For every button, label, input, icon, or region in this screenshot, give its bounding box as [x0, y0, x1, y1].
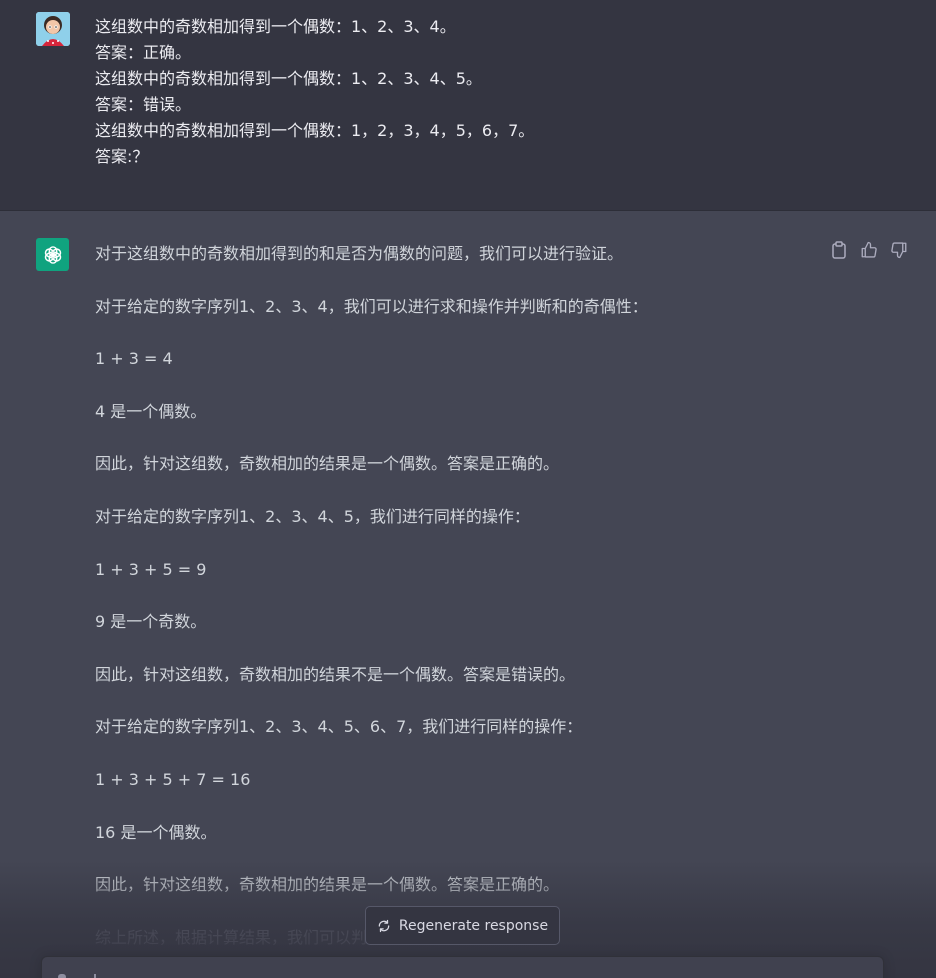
assistant-paragraph: 因此，针对这组数，奇数相加的结果不是一个偶数。答案是错误的。	[95, 664, 576, 684]
assistant-paragraph: 4 是一个偶数。	[95, 401, 207, 421]
assistant-avatar	[36, 238, 69, 271]
assistant-paragraph: 1 + 3 + 5 + 7 = 16	[95, 769, 251, 789]
message-actions	[830, 241, 908, 259]
regenerate-label: Regenerate response	[398, 917, 549, 934]
attach-icon	[58, 974, 66, 978]
user-message-line: 答案:？	[95, 147, 149, 166]
thumbs-up-button[interactable]	[860, 241, 878, 259]
thumbs-up-icon	[861, 241, 877, 258]
clipboard-icon	[832, 241, 846, 259]
user-avatar-icon	[36, 12, 70, 46]
user-message-text: 这组数中的奇数相加得到一个偶数：1、2、3、4。 答案：正确。 这组数中的奇数相…	[95, 14, 895, 170]
assistant-paragraph: 16 是一个偶数。	[95, 822, 217, 842]
assistant-message-text: 对于这组数中的奇数相加得到的和是否为偶数的问题，我们可以进行验证。 对于给定的数…	[95, 241, 815, 977]
user-message-line: 这组数中的奇数相加得到一个偶数：1，2，3，4，5，6，7。	[95, 121, 535, 140]
user-message-line: 这组数中的奇数相加得到一个偶数：1、2、3、4。	[95, 17, 456, 36]
user-message-block: 这组数中的奇数相加得到一个偶数：1、2、3、4。 答案：正确。 这组数中的奇数相…	[0, 0, 936, 211]
thumbs-down-icon	[891, 242, 907, 259]
text-caret	[94, 974, 96, 978]
user-message-line: 这组数中的奇数相加得到一个偶数：1、2、3、4、5。	[95, 69, 482, 88]
assistant-paragraph: 对于这组数中的奇数相加得到的和是否为偶数的问题，我们可以进行验证。	[95, 244, 624, 263]
chat-page: 这组数中的奇数相加得到一个偶数：1、2、3、4。 答案：正确。 这组数中的奇数相…	[0, 0, 936, 978]
refresh-icon	[377, 919, 391, 933]
assistant-paragraph: 对于给定的数字序列1、2、3、4、5、6、7，我们进行同样的操作：	[95, 717, 583, 737]
user-avatar	[36, 12, 70, 46]
regenerate-response-button[interactable]: Regenerate response	[365, 906, 560, 945]
assistant-paragraph: 1 + 3 + 5 = 9	[95, 559, 207, 579]
copy-button[interactable]	[830, 241, 848, 259]
user-message-line: 答案：错误。	[95, 95, 192, 114]
assistant-paragraph: 因此，针对这组数，奇数相加的结果是一个偶数。答案是正确的。	[95, 454, 560, 474]
prompt-input[interactable]	[41, 956, 884, 978]
user-message-line: 答案：正确。	[95, 43, 192, 62]
assistant-paragraph: 对于给定的数字序列1、2、3、4、5，我们进行同样的操作：	[95, 506, 530, 526]
assistant-paragraph: 9 是一个奇数。	[95, 612, 207, 632]
openai-logo-icon	[44, 245, 61, 264]
thumbs-down-button[interactable]	[890, 241, 908, 259]
assistant-paragraph: 因此，针对这组数，奇数相加的结果是一个偶数。答案是正确的。	[95, 875, 560, 895]
assistant-paragraph: 1 + 3 = 4	[95, 349, 173, 369]
assistant-paragraph: 对于给定的数字序列1、2、3、4，我们可以进行求和操作并判断和的奇偶性：	[95, 296, 648, 316]
assistant-message-block: 对于这组数中的奇数相加得到的和是否为偶数的问题，我们可以进行验证。 对于给定的数…	[0, 211, 936, 978]
